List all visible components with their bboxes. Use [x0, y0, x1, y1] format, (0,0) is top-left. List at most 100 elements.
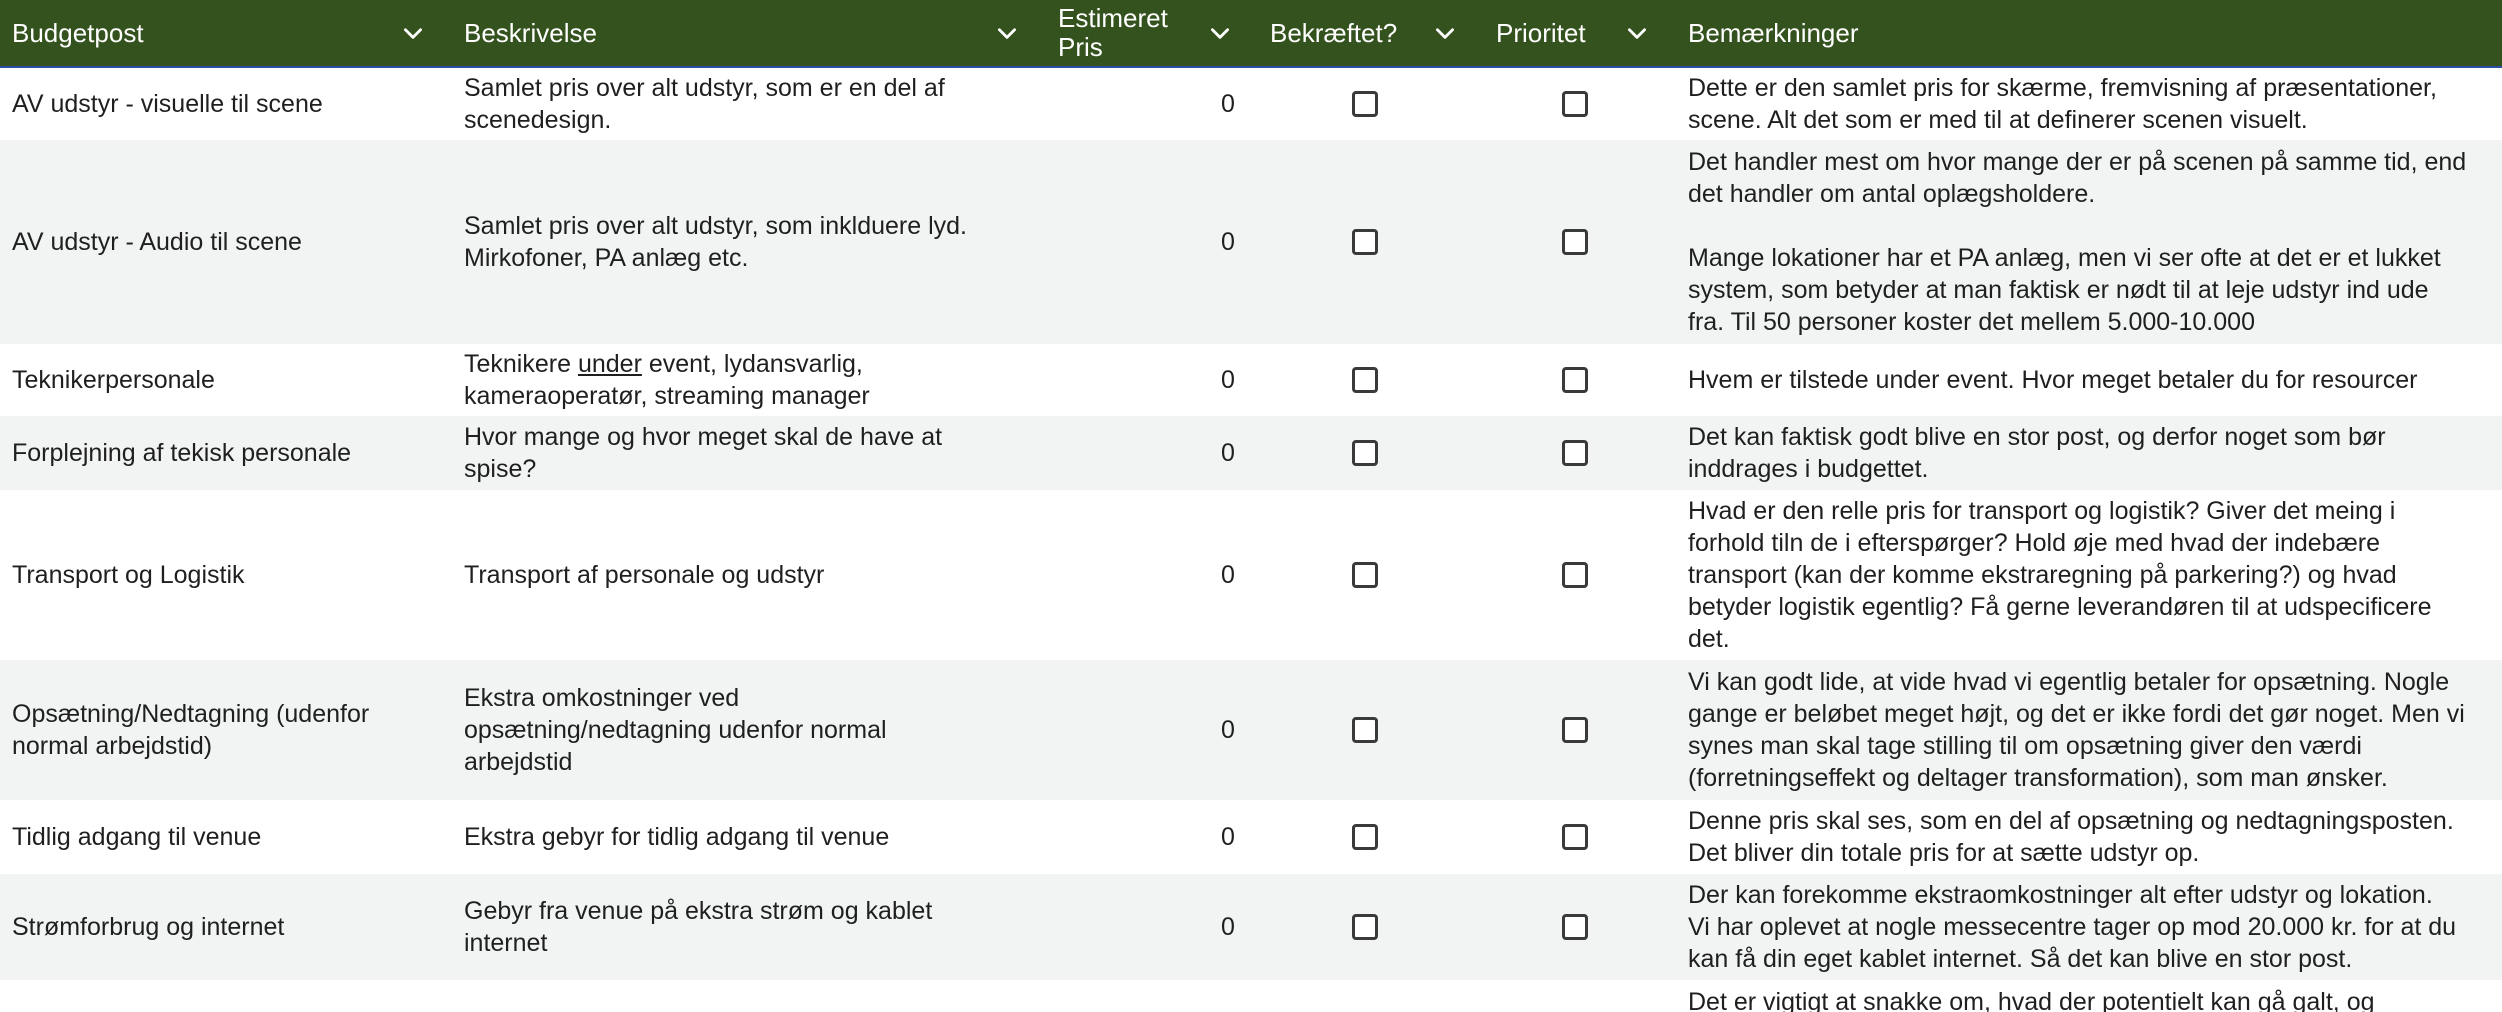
cell-bekraeftet	[1265, 874, 1465, 980]
cell-beskrivelse[interactable]: Ekstra gebyr for tidlig adgang til venue	[464, 800, 1024, 874]
bekraeftet-checkbox[interactable]	[1352, 914, 1378, 940]
cell-bemaerkninger[interactable]: Vi kan godt lide, at vide hvad vi egentl…	[1688, 660, 2502, 800]
cell-text: Det kan faktisk godt blive en stor post,…	[1688, 423, 2386, 483]
cell-beskrivelse[interactable]: Samlet pris over alt udstyr, som inkl­du…	[464, 140, 1024, 344]
cell-text: Transport og Logistik	[12, 561, 245, 589]
prioritet-checkbox[interactable]	[1562, 717, 1588, 743]
cell-bemaerkninger[interactable]: Det handler mest om hvor mange der er på…	[1688, 140, 2502, 344]
column-header-bekraeftet[interactable]: Bekræftet?	[1258, 0, 1458, 66]
cell-text: Transport af personale og udstyr	[464, 561, 825, 589]
table-row: Strømforbrug og internet Gebyr fra venue…	[0, 874, 2502, 980]
cell-bemaerkninger[interactable]: Hvad er den relle pris for transport og …	[1688, 490, 2502, 660]
prioritet-checkbox[interactable]	[1562, 914, 1588, 940]
prioritet-checkbox[interactable]	[1562, 91, 1588, 117]
column-header-label: Estimeret Pris	[1058, 3, 1168, 62]
cell-beskrivelse[interactable]: Hvor mange og hvor meget skal de have at…	[464, 416, 1024, 490]
cell-text: Der kan forekomme ekstraomkostninger alt…	[1688, 881, 2457, 973]
table-header: Budgetpost Beskrivelse Estimeret Pris Be…	[0, 0, 2502, 68]
cell-text: Ekstra omkostninger ved opsætning/nedtag…	[464, 684, 887, 776]
cell-bekraeftet	[1265, 660, 1465, 800]
cell-beskrivelse[interactable]: Ekstra omkostninger ved opsætning/nedtag…	[464, 660, 1024, 800]
table-row: Det er vigtigt at snakke om, hvad der po…	[0, 980, 2502, 1012]
cell-budgetpost[interactable]: Strømforbrug og internet	[12, 874, 448, 980]
cell-prioritet	[1475, 416, 1675, 490]
cell-text: Teknikere under event, lydansvarlig, kam…	[464, 348, 870, 412]
bekraeftet-checkbox[interactable]	[1352, 562, 1378, 588]
bekraeftet-checkbox[interactable]	[1352, 717, 1378, 743]
cell-text: Ekstra gebyr for tidlig adgang til venue	[464, 823, 890, 851]
cell-text-part: Teknikere	[464, 350, 578, 378]
cell-bemaerkninger[interactable]: Der kan forekomme ekstraomkostninger alt…	[1688, 874, 2502, 980]
cell-text: Gebyr fra venue på ekstra strøm og kable…	[464, 897, 933, 957]
cell-budgetpost[interactable]: AV udstyr - Audio til scene	[12, 140, 448, 344]
column-header-bemaerkninger[interactable]: Bemærkninger	[1676, 0, 2502, 66]
cell-bemaerkninger[interactable]: Hvem er tilstede under event. Hvor meget…	[1688, 344, 2502, 416]
cell-prioritet	[1475, 344, 1675, 416]
prioritet-checkbox[interactable]	[1562, 229, 1588, 255]
chevron-down-icon[interactable]	[1207, 20, 1233, 46]
cell-text: Denne pris skal ses, som en del af opsæt…	[1688, 807, 2454, 867]
chevron-down-icon[interactable]	[400, 20, 426, 46]
cell-budgetpost[interactable]: Tidlig adgang til venue	[12, 800, 448, 874]
table-row: AV udstyr - visuelle til scene Samlet pr…	[0, 68, 2502, 140]
chevron-down-icon[interactable]	[994, 20, 1020, 46]
cell-bekraeftet	[1265, 490, 1465, 660]
cell-text: 0	[1221, 366, 1235, 394]
cell-text: 0	[1221, 228, 1235, 256]
column-header-label: Beskrivelse	[464, 17, 597, 48]
cell-text: 0	[1221, 823, 1235, 851]
cell-bemaerkninger[interactable]: Det kan faktisk godt blive en stor post,…	[1688, 416, 2502, 490]
cell-prioritet	[1475, 660, 1675, 800]
cell-bekraeftet	[1265, 140, 1465, 344]
prioritet-checkbox[interactable]	[1562, 440, 1588, 466]
column-header-budgetpost[interactable]: Budgetpost	[0, 0, 450, 66]
column-header-label: Bekræftet?	[1270, 17, 1398, 48]
cell-text: AV udstyr - Audio til scene	[12, 228, 302, 256]
cell-text: Det er vigtigt at snakke om, hvad der po…	[1688, 988, 2375, 1012]
column-header-beskrivelse[interactable]: Beskrivelse	[452, 0, 1030, 66]
prioritet-checkbox[interactable]	[1562, 824, 1588, 850]
bekraeftet-checkbox[interactable]	[1352, 229, 1378, 255]
cell-text: 0	[1221, 90, 1235, 118]
cell-bekraeftet	[1265, 344, 1465, 416]
cell-beskrivelse[interactable]: Teknikere under event, lydansvarlig, kam…	[464, 344, 1024, 416]
cell-text: Dette er den samlet pris for skærme, fre…	[1688, 74, 2437, 134]
bekraeftet-checkbox[interactable]	[1352, 440, 1378, 466]
cell-text: 0	[1221, 913, 1235, 941]
cell-bemaerkninger[interactable]: Det er vigtigt at snakke om, hvad der po…	[1688, 980, 2502, 1012]
cell-budgetpost[interactable]: Transport og Logistik	[12, 490, 448, 660]
table-row: Forplejning af tekisk personale Hvor man…	[0, 416, 2502, 490]
cell-budgetpost[interactable]: Opsætning/Nedtagning (udenfor normal arb…	[12, 660, 448, 800]
cell-text: Samlet pris over alt udstyr, som inkl­du…	[464, 212, 967, 272]
cell-beskrivelse[interactable]: Samlet pris over alt udstyr, som er en d…	[464, 68, 1024, 140]
cell-prioritet	[1475, 874, 1675, 980]
prioritet-checkbox[interactable]	[1562, 562, 1588, 588]
chevron-down-icon[interactable]	[1432, 20, 1458, 46]
cell-text: Teknikerpersonale	[12, 366, 215, 394]
cell-beskrivelse[interactable]: Gebyr fra venue på ekstra strøm og kable…	[464, 874, 1024, 980]
table-row: AV udstyr - Audio til scene Samlet pris …	[0, 140, 2502, 344]
cell-budgetpost[interactable]: AV udstyr - visuelle til scene	[12, 68, 448, 140]
cell-budgetpost[interactable]: Teknikerpersonale	[12, 344, 448, 416]
column-header-prioritet[interactable]: Prioritet	[1484, 0, 1660, 66]
bekraeftet-checkbox[interactable]	[1352, 367, 1378, 393]
cell-text: Strømforbrug og internet	[12, 913, 285, 941]
cell-beskrivelse[interactable]: Transport af personale og udstyr	[464, 490, 1024, 660]
cell-bekraeftet	[1265, 800, 1465, 874]
table-row: Opsætning/Nedtagning (udenfor normal arb…	[0, 660, 2502, 800]
cell-text: AV udstyr - visuelle til scene	[12, 90, 323, 118]
cell-text: Hvor mange og hvor meget skal de have at…	[464, 423, 943, 483]
cell-budgetpost[interactable]: Forplejning af tekisk personale	[12, 416, 448, 490]
cell-bemaerkninger[interactable]: Denne pris skal ses, som en del af opsæt…	[1688, 800, 2502, 874]
cell-text: 0	[1221, 561, 1235, 589]
bekraeftet-checkbox[interactable]	[1352, 91, 1378, 117]
chevron-down-icon[interactable]	[1624, 20, 1650, 46]
cell-text: Hvad er den relle pris for transport og …	[1688, 497, 2432, 653]
bekraeftet-checkbox[interactable]	[1352, 824, 1378, 850]
column-header-label: Bemærkninger	[1688, 17, 1859, 48]
cell-text: 0	[1221, 439, 1235, 467]
table-row: Transport og Logistik Transport af perso…	[0, 490, 2502, 660]
cell-bemaerkninger[interactable]: Dette er den samlet pris for skærme, fre…	[1688, 68, 2502, 140]
prioritet-checkbox[interactable]	[1562, 367, 1588, 393]
column-header-estimeret-pris[interactable]: Estimeret Pris	[1046, 0, 1240, 66]
